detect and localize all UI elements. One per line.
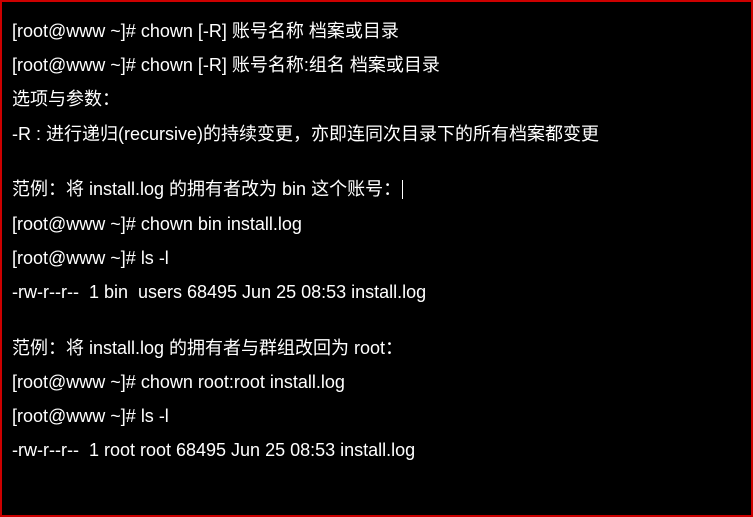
terminal-line: 范例：将 install.log 的拥有者与群组改回为 root： [12,331,741,365]
terminal-blank-line [12,151,741,173]
terminal-line: -rw-r--r-- 1 root root 68495 Jun 25 08:5… [12,433,741,467]
terminal-window[interactable]: [root@www ~]# chown [-R] 账号名称 档案或目录 [roo… [12,14,741,467]
terminal-line: [root@www ~]# ls -l [12,399,741,433]
terminal-blank-line [12,309,741,331]
terminal-line: -R : 进行递归(recursive)的持续变更，亦即连同次目录下的所有档案都… [12,117,741,151]
terminal-line: -rw-r--r-- 1 bin users 68495 Jun 25 08:5… [12,275,741,309]
terminal-line: 范例：将 install.log 的拥有者改为 bin 这个账号： [12,172,741,206]
terminal-line: 选项与参数： [12,82,741,116]
terminal-line: [root@www ~]# ls -l [12,241,741,275]
terminal-line: [root@www ~]# chown [-R] 账号名称 档案或目录 [12,14,741,48]
terminal-line: [root@www ~]# chown [-R] 账号名称:组名 档案或目录 [12,48,741,82]
text-cursor-icon [402,180,403,200]
terminal-text: 范例：将 install.log 的拥有者改为 bin 这个账号： [12,179,401,199]
terminal-line: [root@www ~]# chown root:root install.lo… [12,365,741,399]
terminal-line: [root@www ~]# chown bin install.log [12,207,741,241]
